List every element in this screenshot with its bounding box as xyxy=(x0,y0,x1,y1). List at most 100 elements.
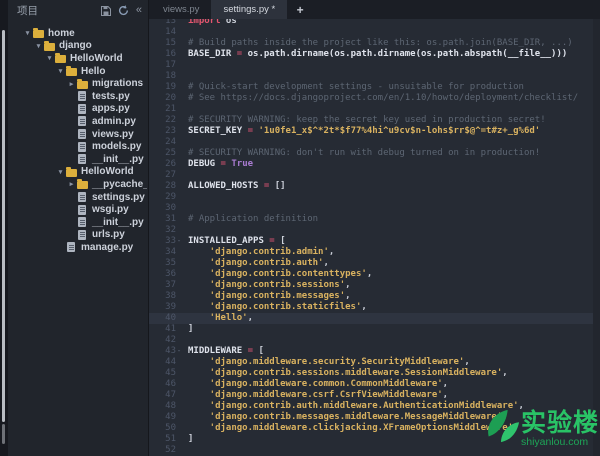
code-line[interactable]: 19 # Quick-start development settings - u… xyxy=(149,82,600,93)
gutter: 36 xyxy=(149,269,182,280)
code-line[interactable]: 24 xyxy=(149,137,600,148)
refresh-icon[interactable] xyxy=(118,5,129,16)
tree-item-models.py[interactable]: models.py xyxy=(8,140,147,153)
code-line[interactable]: 34 'django.contrib.admin', xyxy=(149,247,600,258)
tree-item-helloworld[interactable]: ▾ HelloWorld xyxy=(8,166,147,179)
code-line[interactable]: 33- INSTALLED_APPS = [ xyxy=(149,236,600,247)
code-line[interactable]: 21 xyxy=(149,104,600,115)
tree-item-__init__.py[interactable]: __init__.py xyxy=(8,153,147,166)
chevron-down-icon[interactable]: ▾ xyxy=(55,67,66,75)
code-line[interactable]: 42 xyxy=(149,335,600,346)
code-line[interactable]: 23 SECRET_KEY = '1u0fe1_x$^*2t*$f77%4hi^u… xyxy=(149,126,600,137)
chevron-right-icon[interactable]: ▸ xyxy=(66,180,77,188)
tree-item-django[interactable]: ▾ django xyxy=(8,40,147,53)
line-number: 52 xyxy=(165,445,176,455)
gutter: 33- xyxy=(149,236,182,247)
gutter: 14 xyxy=(149,27,182,38)
code-line[interactable]: 29 xyxy=(149,192,600,203)
code-line[interactable]: 27 xyxy=(149,170,600,181)
tree-item-views.py[interactable]: views.py xyxy=(8,128,147,141)
code-line[interactable]: 14 xyxy=(149,27,600,38)
code-line[interactable]: 16 BASE_DIR = os.path.dirname(os.path.dir… xyxy=(149,49,600,60)
new-tab-button[interactable]: + xyxy=(287,0,313,19)
tree-item-tests.py[interactable]: tests.py xyxy=(8,90,147,103)
gutter: 15 xyxy=(149,38,182,49)
code-line[interactable]: 30 xyxy=(149,203,600,214)
gutter: 13 xyxy=(149,19,182,27)
tab-views.py[interactable]: views.py xyxy=(151,0,211,19)
code-token: 'django.contrib.sessions.middleware.Sess… xyxy=(188,368,503,378)
tree-item-helloworld[interactable]: ▾ HelloWorld xyxy=(8,52,147,65)
code-line[interactable]: 37 'django.contrib.sessions', xyxy=(149,280,600,291)
line-number: 20 xyxy=(165,93,176,103)
code-line[interactable]: 36 'django.contrib.contenttypes', xyxy=(149,269,600,280)
gutter: 17 xyxy=(149,60,182,71)
tree-item-home[interactable]: ▾ home xyxy=(8,27,147,40)
code-line[interactable]: 28 ALLOWED_HOSTS = [] xyxy=(149,181,600,192)
code-line[interactable]: 40 'Hello', xyxy=(149,313,600,324)
tree-item-__pycache__[interactable]: ▸ __pycache__ xyxy=(8,178,147,191)
tree-item-wsgi.py[interactable]: wsgi.py xyxy=(8,203,147,216)
code-text: 'django.contrib.staticfiles', xyxy=(182,302,367,313)
code-line[interactable]: 38 'django.contrib.messages', xyxy=(149,291,600,302)
code-line[interactable]: 41] xyxy=(149,324,600,335)
code-line[interactable]: 35 'django.contrib.auth', xyxy=(149,258,600,269)
editor-right-scroll-gutter[interactable] xyxy=(593,19,600,456)
tree-item-manage.py[interactable]: manage.py xyxy=(8,241,147,254)
tree-item-migrations[interactable]: ▸ migrations xyxy=(8,77,147,90)
tab-settings.py[interactable]: settings.py * xyxy=(211,0,288,19)
chevron-down-icon[interactable]: ▾ xyxy=(55,168,66,176)
tree-item-apps.py[interactable]: apps.py xyxy=(8,103,147,116)
code-line[interactable]: 13 import os xyxy=(149,19,600,27)
code-line[interactable]: 15 # Build paths inside the project like … xyxy=(149,38,600,49)
chevron-down-icon[interactable]: ▾ xyxy=(22,29,33,37)
tree-item-__init__.py[interactable]: __init__.py xyxy=(8,216,147,229)
code-token: # See https://docs.djangoproject.com/en/… xyxy=(188,93,579,103)
chevron-right-icon[interactable]: ▸ xyxy=(66,80,77,88)
sidebar-header: 项目 « xyxy=(8,0,148,21)
code-text: # Quick-start development settings - uns… xyxy=(182,82,524,93)
watermark: 实验楼 shiyanlou.com xyxy=(482,406,599,451)
save-icon[interactable] xyxy=(100,5,111,16)
code-line[interactable]: 45 'django.contrib.sessions.middleware.S… xyxy=(149,368,600,379)
tree-item-urls.py[interactable]: urls.py xyxy=(8,229,147,242)
code-line[interactable]: 46 'django.middleware.common.CommonMiddl… xyxy=(149,379,600,390)
code-token: os.path.dirname(os.path.dirname(os.path.… xyxy=(247,49,568,59)
code-line[interactable]: 43- MIDDLEWARE = [ xyxy=(149,346,600,357)
tree-item-label: __pycache__ xyxy=(92,178,147,190)
code-line[interactable]: 47 'django.middleware.csrf.CsrfViewMiddl… xyxy=(149,390,600,401)
code-line[interactable]: 22 # SECURITY WARNING: keep the secret ke… xyxy=(149,115,600,126)
code-area[interactable]: 13 import os 14 15 # Build paths inside the … xyxy=(149,19,600,456)
gutter: 37 xyxy=(149,280,182,291)
code-line[interactable]: 32 xyxy=(149,225,600,236)
code-line[interactable]: 20 # See https://docs.djangoproject.com/e… xyxy=(149,93,600,104)
code-token: ] xyxy=(188,434,194,444)
code-token: 'django.contrib.messages.middleware.Mess… xyxy=(188,412,503,422)
code-line[interactable]: 18 xyxy=(149,71,600,82)
tree-item-hello[interactable]: ▾ Hello xyxy=(8,65,147,78)
chevron-down-icon[interactable]: ▾ xyxy=(33,42,44,50)
code-line[interactable]: 17 xyxy=(149,60,600,71)
collapse-icon[interactable]: « xyxy=(136,5,142,16)
code-line[interactable]: 26 DEBUG = True xyxy=(149,159,600,170)
tree-item-settings.py[interactable]: settings.py xyxy=(8,191,147,204)
code-line[interactable]: 39 'django.contrib.staticfiles', xyxy=(149,302,600,313)
scrollbar-thumb[interactable] xyxy=(2,30,5,422)
sidebar-title: 项目 xyxy=(17,5,38,17)
code-token: 'django.contrib.admin' xyxy=(188,247,329,257)
line-number: 17 xyxy=(165,60,176,70)
tree-item-label: __init__.py xyxy=(92,153,144,165)
code-line[interactable]: 31 # Application definition xyxy=(149,214,600,225)
code-line[interactable]: 44 'django.middleware.security.SecurityM… xyxy=(149,357,600,368)
code-token: , xyxy=(345,280,351,290)
code-line[interactable]: 25 # SECURITY WARNING: don't run with deb… xyxy=(149,148,600,159)
chevron-down-icon[interactable]: ▾ xyxy=(44,54,55,62)
code-token: INSTALLED_APPS xyxy=(188,236,264,246)
file-icon xyxy=(77,154,92,165)
tree-item-admin.py[interactable]: admin.py xyxy=(8,115,147,128)
code-token: # Build paths inside the project like th… xyxy=(188,38,573,48)
code-text: # SECURITY WARNING: don't run with debug… xyxy=(182,148,540,159)
